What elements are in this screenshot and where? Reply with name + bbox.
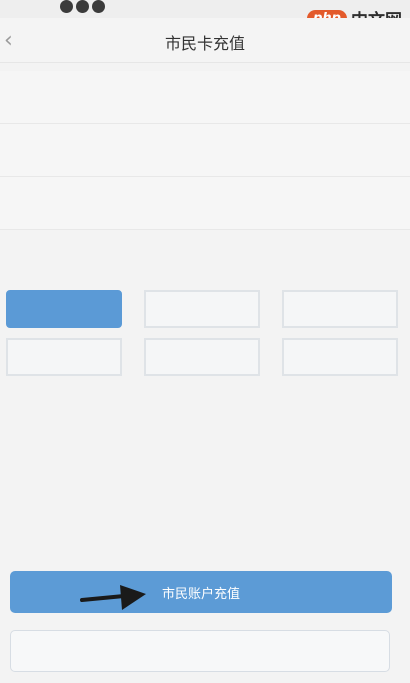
secondary-recharge-button[interactable] — [10, 630, 390, 672]
status-icon — [76, 0, 89, 13]
citizen-account-recharge-button[interactable]: 市民账户充值 — [10, 571, 392, 613]
nav-bar: ‹ 市民卡充值 — [0, 18, 410, 63]
status-icons — [60, 0, 105, 13]
amount-options — [6, 290, 398, 376]
info-row-1 — [0, 71, 410, 124]
info-row-3 — [0, 177, 410, 230]
page-title: 市民卡充值 — [164, 34, 245, 53]
account-info-list — [0, 71, 410, 230]
amount-option-3[interactable] — [282, 290, 398, 328]
status-icon — [60, 0, 73, 13]
notice-section — [10, 452, 400, 484]
amount-option-2[interactable] — [144, 290, 260, 328]
arrow-right-icon — [80, 585, 146, 610]
status-icon — [92, 0, 105, 13]
amount-option-5[interactable] — [144, 338, 260, 376]
amount-option-4[interactable] — [6, 338, 122, 376]
amount-option-6[interactable] — [282, 338, 398, 376]
amount-option-1[interactable] — [6, 290, 122, 328]
info-row-2 — [0, 124, 410, 177]
